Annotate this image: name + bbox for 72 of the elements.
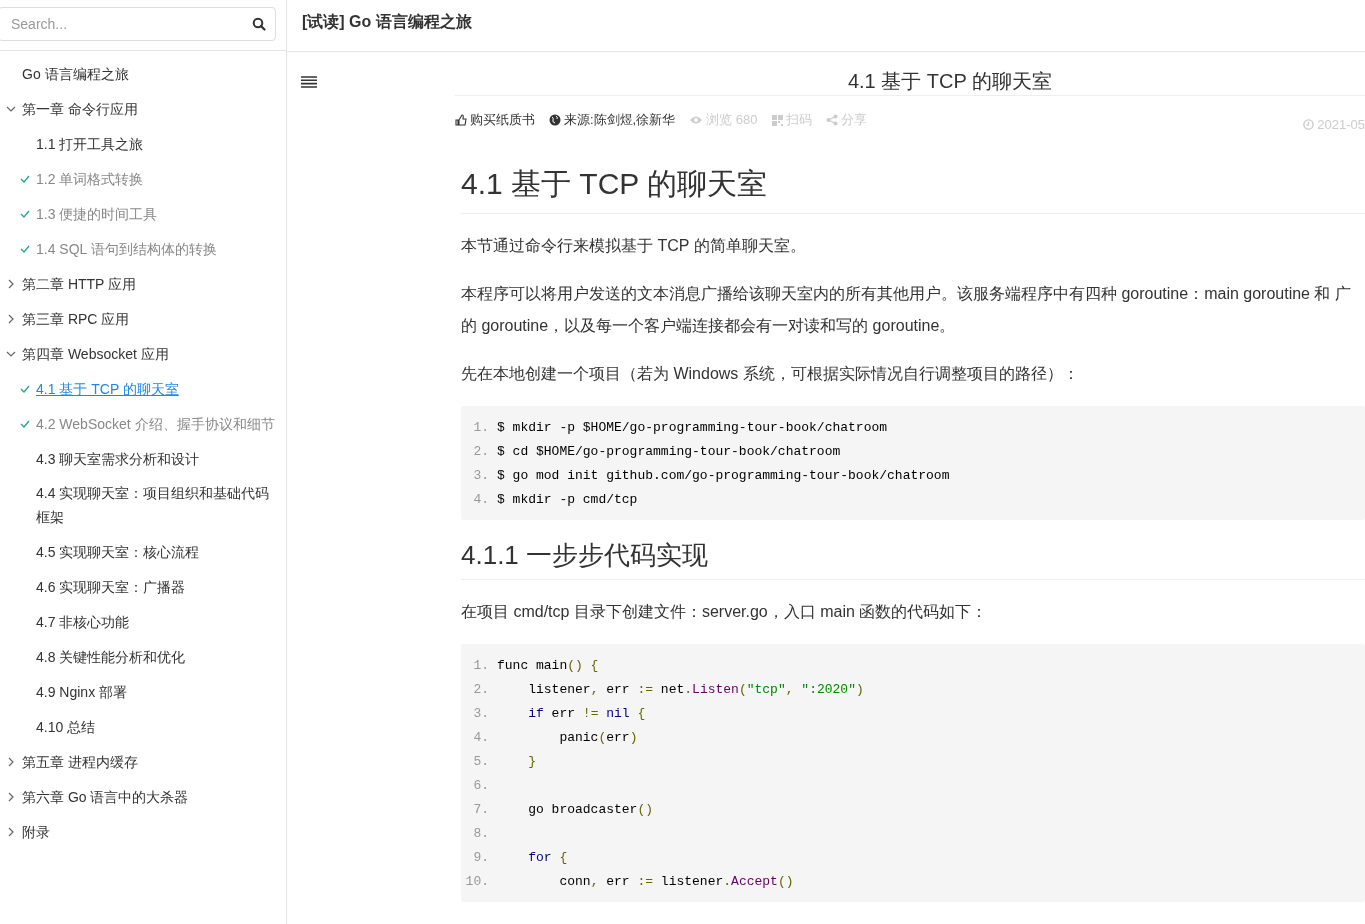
code-line: conn, err := listener.Accept() — [558, 873, 794, 891]
code-line: for { — [527, 849, 568, 867]
line-number: 7. — [472, 801, 490, 819]
eye-icon — [689, 115, 704, 125]
search-field[interactable]: Search... — [0, 7, 276, 41]
paragraph: 在项目 cmd/tcp 目录下创建文件：server.go，入口 main 函数的代码如下： — [461, 602, 989, 622]
code-line: $ cd $HOME/go-programming-tour-book/chatroom — [497, 443, 841, 461]
sidebar-item[interactable]: 4.1 基于 TCP 的聊天室 — [36, 371, 179, 406]
paragraph: 先在本地创建一个项目（若为 Windows 系统，可根据实际情况自行调整项目的路径）： — [461, 364, 1080, 384]
caret-right-icon[interactable] — [6, 313, 16, 324]
sidebar-item[interactable]: 1.1 打开工具之旅 — [36, 126, 144, 161]
line-number: 10. — [464, 873, 490, 891]
line-number: 4. — [472, 491, 490, 509]
menu-icon[interactable] — [301, 76, 317, 88]
share-icon — [825, 114, 838, 126]
line-number: 2. — [472, 681, 490, 699]
sidebar-item[interactable]: 4.10 总结 — [36, 709, 96, 744]
globe-icon — [549, 114, 561, 126]
book-title: [试读] Go 语言编程之旅 — [302, 12, 472, 32]
sidebar-item[interactable]: 第六章 Go 语言中的大杀器 — [22, 784, 189, 809]
code-line: listener, err := net.Listen("tcp", ":2020") — [527, 681, 864, 699]
search-icon — [252, 17, 266, 31]
sidebar-item[interactable]: 4.2 WebSocket 介绍、握手协议和细节 — [36, 406, 275, 441]
code-line: go broadcaster() — [527, 801, 654, 819]
code-line: if err != nil { — [527, 705, 646, 723]
sidebar-item[interactable]: 4.8 关键性能分析和优化 — [36, 639, 186, 674]
line-number: 1. — [472, 419, 490, 437]
caret-right-icon[interactable] — [6, 826, 16, 837]
caret-right-icon[interactable] — [6, 791, 16, 802]
sidebar-item[interactable]: 4.6 实现聊天室：广播器 — [36, 569, 186, 604]
sidebar-item[interactable]: 4.3 聊天室需求分析和设计 — [36, 441, 200, 476]
sidebar-item[interactable]: 4.9 Nginx 部署 — [36, 674, 128, 709]
line-number: 1. — [472, 657, 490, 675]
code-line: $ mkdir -p cmd/tcp — [497, 491, 638, 509]
sidebar-item[interactable]: 附录 — [22, 819, 50, 844]
sidebar-item[interactable]: 4.7 非核心功能 — [36, 604, 130, 639]
paragraph: 本程序可以将用户发送的文本消息广播给该聊天室内的所有其他用户。该服务端程序中有四种 goroutine：main goroutine 和 广的 goroutine，以及每一个客户端连接都会有一对读和写的 goroutine。 — [461, 284, 1352, 336]
page-title: 4.1 基于 TCP 的聊天室 — [847, 69, 1053, 94]
meta-link[interactable]: 来源:陈剑煜,徐新华 — [549, 111, 676, 129]
sidebar-item[interactable]: 第三章 RPC 应用 — [22, 306, 130, 331]
sidebar-item[interactable]: 4.4 实现聊天室：项目组织和基础代码框架 — [36, 476, 282, 534]
paragraph: 本节通过命令行来模拟基于 TCP 的简单聊天室。 — [461, 236, 807, 256]
code-line: $ mkdir -p $HOME/go-programming-tour-book/chatroom — [497, 419, 888, 437]
line-number: 9. — [472, 849, 490, 867]
sidebar-item[interactable]: 1.3 便捷的时间工具 — [36, 196, 158, 231]
sidebar-item[interactable]: 第一章 命令行应用 — [22, 96, 138, 121]
code-line: $ go mod init github.com/go-programming-tour-book/chatroom — [497, 467, 950, 485]
sidebar-item[interactable]: 1.2 单词格式转换 — [36, 161, 144, 196]
article-heading: 4.1 基于 TCP 的聊天室 — [461, 164, 1365, 214]
code-line: panic(err) — [558, 729, 638, 747]
thumbs-up-icon — [455, 114, 467, 126]
line-number: 2. — [472, 443, 490, 461]
meta-link[interactable]: 购买纸质书 — [455, 111, 535, 129]
code-line: } — [527, 753, 536, 771]
sidebar-item[interactable]: Go 语言编程之旅 — [22, 61, 129, 86]
sidebar-item[interactable]: 4.5 实现聊天室：核心流程 — [36, 534, 200, 569]
sidebar-item[interactable]: 第五章 进程内缓存 — [22, 749, 138, 774]
line-number: 6. — [472, 777, 490, 795]
qr-code-icon — [771, 114, 783, 126]
sidebar-item[interactable]: 第二章 HTTP 应用 — [22, 271, 137, 296]
caret-right-icon[interactable] — [6, 756, 16, 767]
line-number: 4. — [472, 729, 490, 747]
section-heading: 4.1.1 一步步代码实现 — [461, 538, 1365, 580]
clock-icon — [1303, 118, 1315, 130]
code-line: func main() { — [497, 657, 599, 675]
line-number: 3. — [472, 467, 490, 485]
caret-right-icon[interactable] — [6, 278, 16, 289]
line-number: 5. — [472, 753, 490, 771]
line-number: 8. — [472, 825, 490, 843]
line-number: 3. — [472, 705, 490, 723]
sidebar-item[interactable]: 第四章 Websocket 应用 — [22, 341, 169, 366]
sidebar-item[interactable]: 1.4 SQL 语句到结构体的转换 — [36, 231, 217, 266]
